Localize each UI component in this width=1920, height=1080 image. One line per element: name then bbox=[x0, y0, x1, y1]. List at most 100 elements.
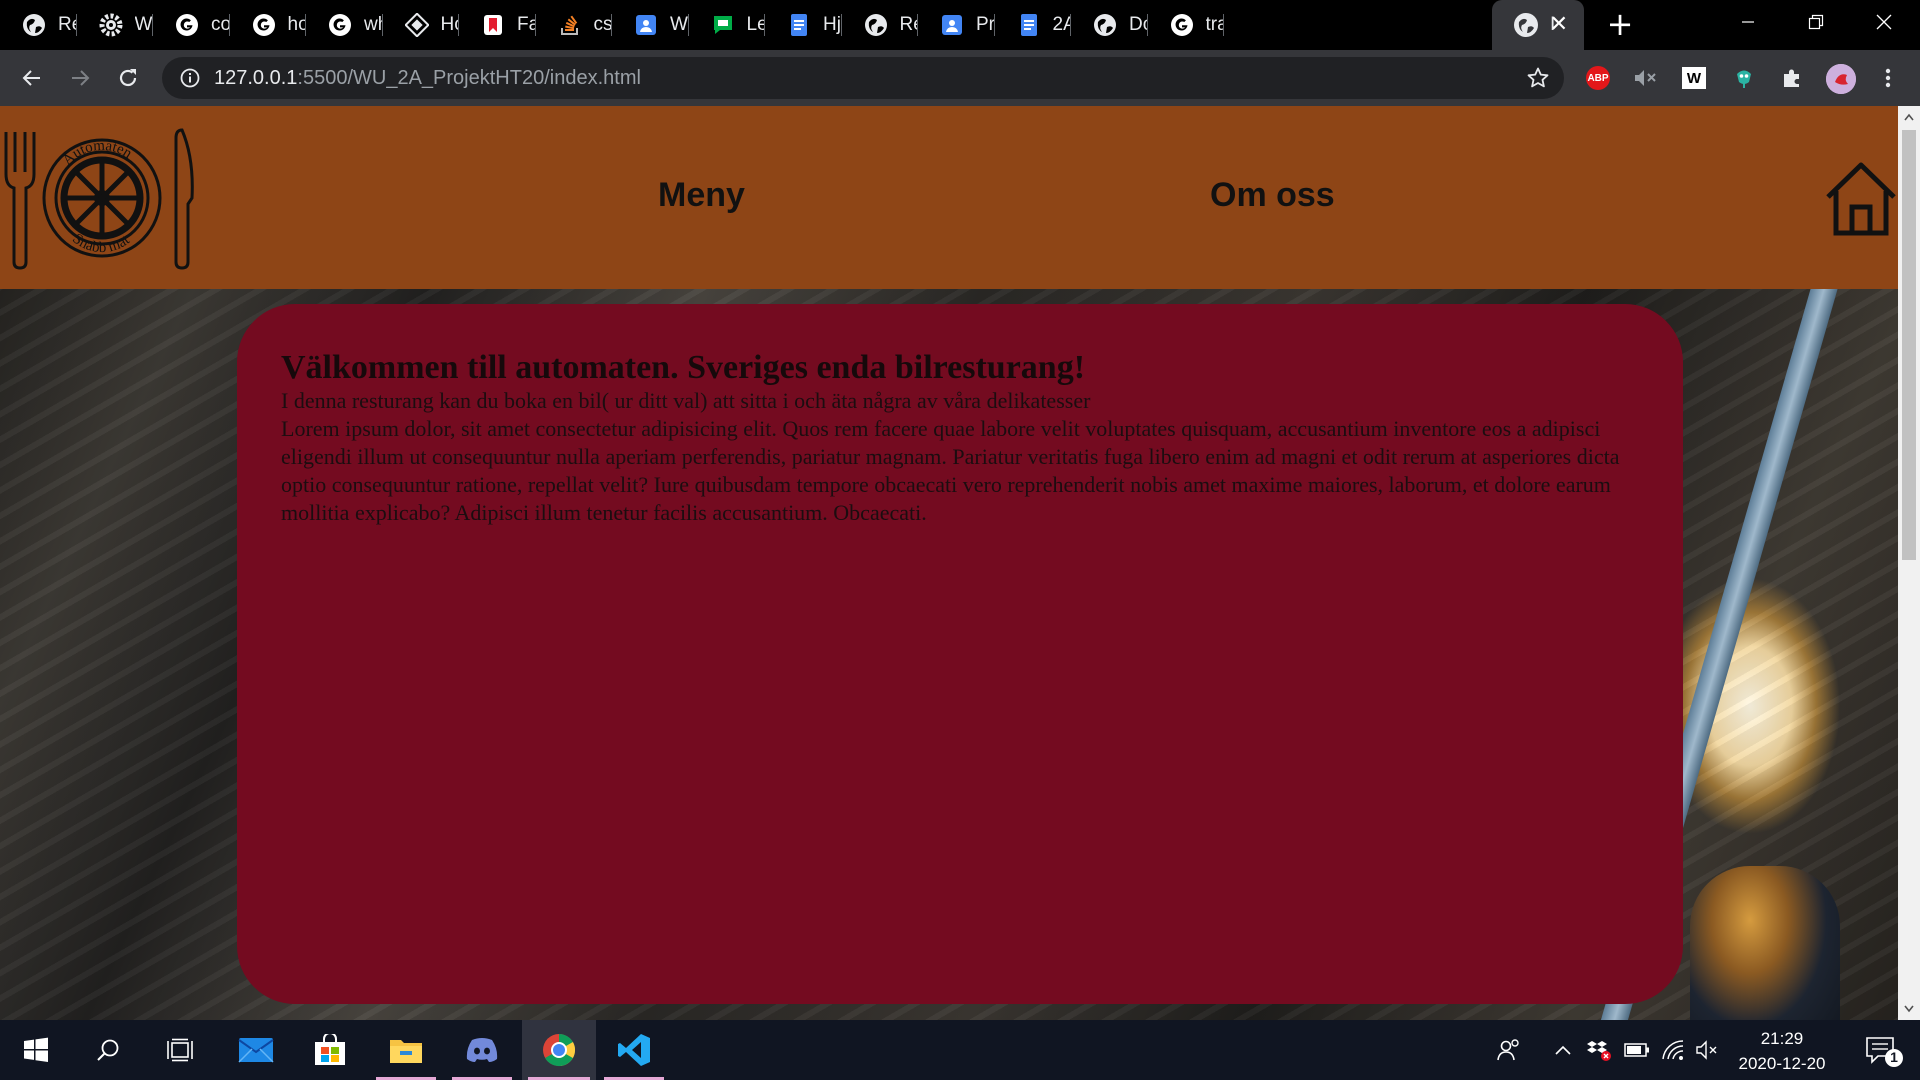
chrome-menu-button[interactable] bbox=[1874, 64, 1902, 92]
tab[interactable]: 2A bbox=[995, 0, 1071, 50]
scroll-down-button[interactable] bbox=[1898, 998, 1920, 1020]
chrome-app-button[interactable] bbox=[522, 1020, 596, 1080]
tab[interactable]: Rest bbox=[0, 0, 77, 50]
tab-title: Rest bbox=[899, 14, 919, 35]
bookmark-star-icon[interactable] bbox=[1526, 66, 1550, 94]
home-button[interactable] bbox=[1824, 161, 1898, 237]
battery-button[interactable] bbox=[1624, 1038, 1650, 1062]
reload-button[interactable] bbox=[112, 62, 144, 94]
google-icon bbox=[1170, 13, 1194, 37]
tab[interactable]: Hjäl bbox=[765, 0, 842, 50]
w-extension-button[interactable]: W bbox=[1680, 64, 1708, 92]
abp-button[interactable]: ABP bbox=[1584, 64, 1612, 92]
page-scrollbar[interactable] bbox=[1898, 106, 1920, 1020]
tab[interactable]: How bbox=[383, 0, 459, 50]
people-button[interactable] bbox=[1496, 1038, 1522, 1062]
tab-title: Wel bbox=[134, 14, 154, 35]
dropbox-tray-button[interactable] bbox=[1586, 1038, 1612, 1062]
tab-title: wha bbox=[364, 14, 383, 35]
fork-knife-wheel-logo-icon: Automaten Snabb mat bbox=[4, 128, 194, 270]
show-hidden-icons-button[interactable] bbox=[1550, 1038, 1576, 1062]
url-text[interactable]: 127.0.0.1:5500/WU_2A_ProjektHT20/index.h… bbox=[214, 67, 641, 90]
mail-app-button[interactable] bbox=[220, 1020, 292, 1080]
action-center-button[interactable]: 1 bbox=[1864, 1034, 1904, 1068]
nav-link-om-oss[interactable]: Om oss bbox=[1210, 176, 1335, 215]
search-button[interactable] bbox=[72, 1020, 144, 1080]
chrome-icon bbox=[543, 1033, 576, 1067]
minimize-button[interactable] bbox=[1714, 0, 1782, 44]
windows-start-icon bbox=[24, 1037, 48, 1062]
close-window-button[interactable] bbox=[1850, 0, 1918, 44]
task-view-button[interactable] bbox=[144, 1020, 216, 1080]
google-icon bbox=[175, 13, 199, 37]
restore-button[interactable] bbox=[1782, 0, 1850, 44]
tab-title: css bbox=[593, 14, 613, 35]
dropbox-icon bbox=[1587, 1041, 1611, 1061]
clock-time: 21:29 bbox=[1760, 1029, 1804, 1048]
globe-icon bbox=[864, 13, 888, 37]
search-icon bbox=[97, 1039, 119, 1061]
body-text: Lorem ipsum dolor, sit amet consectetur … bbox=[281, 416, 1620, 525]
abp-icon: ABP bbox=[1586, 66, 1610, 90]
volume-muted-icon bbox=[1696, 1040, 1717, 1060]
tab-title: Fanc bbox=[517, 14, 536, 35]
scroll-down-arrow-icon bbox=[1904, 1005, 1914, 1013]
tab[interactable]: colo bbox=[153, 0, 230, 50]
scroll-up-arrow-icon bbox=[1904, 113, 1914, 121]
store-icon bbox=[315, 1034, 345, 1065]
restore-icon bbox=[1808, 14, 1824, 30]
tab[interactable]: wha bbox=[306, 0, 383, 50]
globe-icon bbox=[22, 13, 46, 37]
profile-button[interactable] bbox=[1824, 62, 1858, 96]
page-title: Välkommen till automaten. Sveriges enda … bbox=[281, 349, 1086, 386]
tab-active[interactable]: I ✕ bbox=[1492, 0, 1584, 50]
vscode-app-button[interactable] bbox=[598, 1020, 670, 1080]
volume-button[interactable] bbox=[1694, 1038, 1720, 1062]
tab[interactable]: Fanc bbox=[459, 0, 536, 50]
google-icon bbox=[252, 13, 276, 37]
tab[interactable]: Wel bbox=[612, 0, 689, 50]
tab[interactable]: Leo bbox=[689, 0, 765, 50]
minimize-icon bbox=[1742, 21, 1754, 23]
scroll-thumb[interactable] bbox=[1902, 130, 1916, 560]
discord-app-button[interactable] bbox=[446, 1020, 518, 1080]
puzzle-icon bbox=[1784, 69, 1799, 87]
tab-title: Rest bbox=[58, 14, 77, 35]
back-button[interactable] bbox=[16, 62, 48, 94]
fandom-icon bbox=[481, 13, 505, 37]
start-button[interactable] bbox=[0, 1020, 72, 1080]
new-tab-button[interactable]: + bbox=[1604, 8, 1636, 41]
tab-separator bbox=[1223, 14, 1224, 36]
info-icon[interactable] bbox=[180, 68, 200, 92]
nav-link-meny[interactable]: Meny bbox=[658, 176, 745, 215]
profile-avatar bbox=[1826, 64, 1856, 94]
mute-tab-button[interactable] bbox=[1632, 64, 1660, 92]
address-bar[interactable]: 127.0.0.1:5500/WU_2A_ProjektHT20/index.h… bbox=[162, 57, 1564, 99]
docs-icon bbox=[787, 13, 811, 37]
wifi-button[interactable] bbox=[1660, 1038, 1686, 1062]
forward-button[interactable] bbox=[64, 62, 96, 94]
file-explorer-button[interactable] bbox=[370, 1020, 442, 1080]
tab[interactable]: css bbox=[536, 0, 613, 50]
browser-tab-strip: Rest Wel colo how wha How Fanc css Wel Leo Hjäl Res… bbox=[0, 0, 1920, 50]
tab[interactable]: Proj bbox=[918, 0, 995, 50]
tab-title: Wel bbox=[670, 14, 689, 35]
home-icon bbox=[1826, 162, 1896, 236]
system-clock[interactable]: 21:29 2020-12-20 bbox=[1722, 1026, 1842, 1076]
site-logo[interactable]: Automaten Snabb mat bbox=[0, 128, 200, 270]
robot-extension-button[interactable] bbox=[1730, 64, 1758, 92]
scroll-up-button[interactable] bbox=[1898, 106, 1920, 128]
extensions-button[interactable] bbox=[1778, 64, 1806, 92]
tab-close-icon[interactable]: ✕ bbox=[1550, 13, 1568, 37]
tab-title: Proj bbox=[976, 14, 995, 35]
mute-icon bbox=[1635, 70, 1656, 86]
tab[interactable]: Dok bbox=[1071, 0, 1148, 50]
store-app-button[interactable] bbox=[294, 1020, 366, 1080]
tab[interactable]: tran bbox=[1148, 0, 1224, 50]
arrow-right-icon bbox=[72, 70, 90, 86]
discord-icon bbox=[466, 1038, 498, 1062]
tab[interactable]: Wel bbox=[77, 0, 154, 50]
intro-text: I denna resturang kan du boka en bil( ur… bbox=[281, 388, 1091, 413]
tab[interactable]: Rest bbox=[842, 0, 919, 50]
tab[interactable]: how bbox=[230, 0, 306, 50]
